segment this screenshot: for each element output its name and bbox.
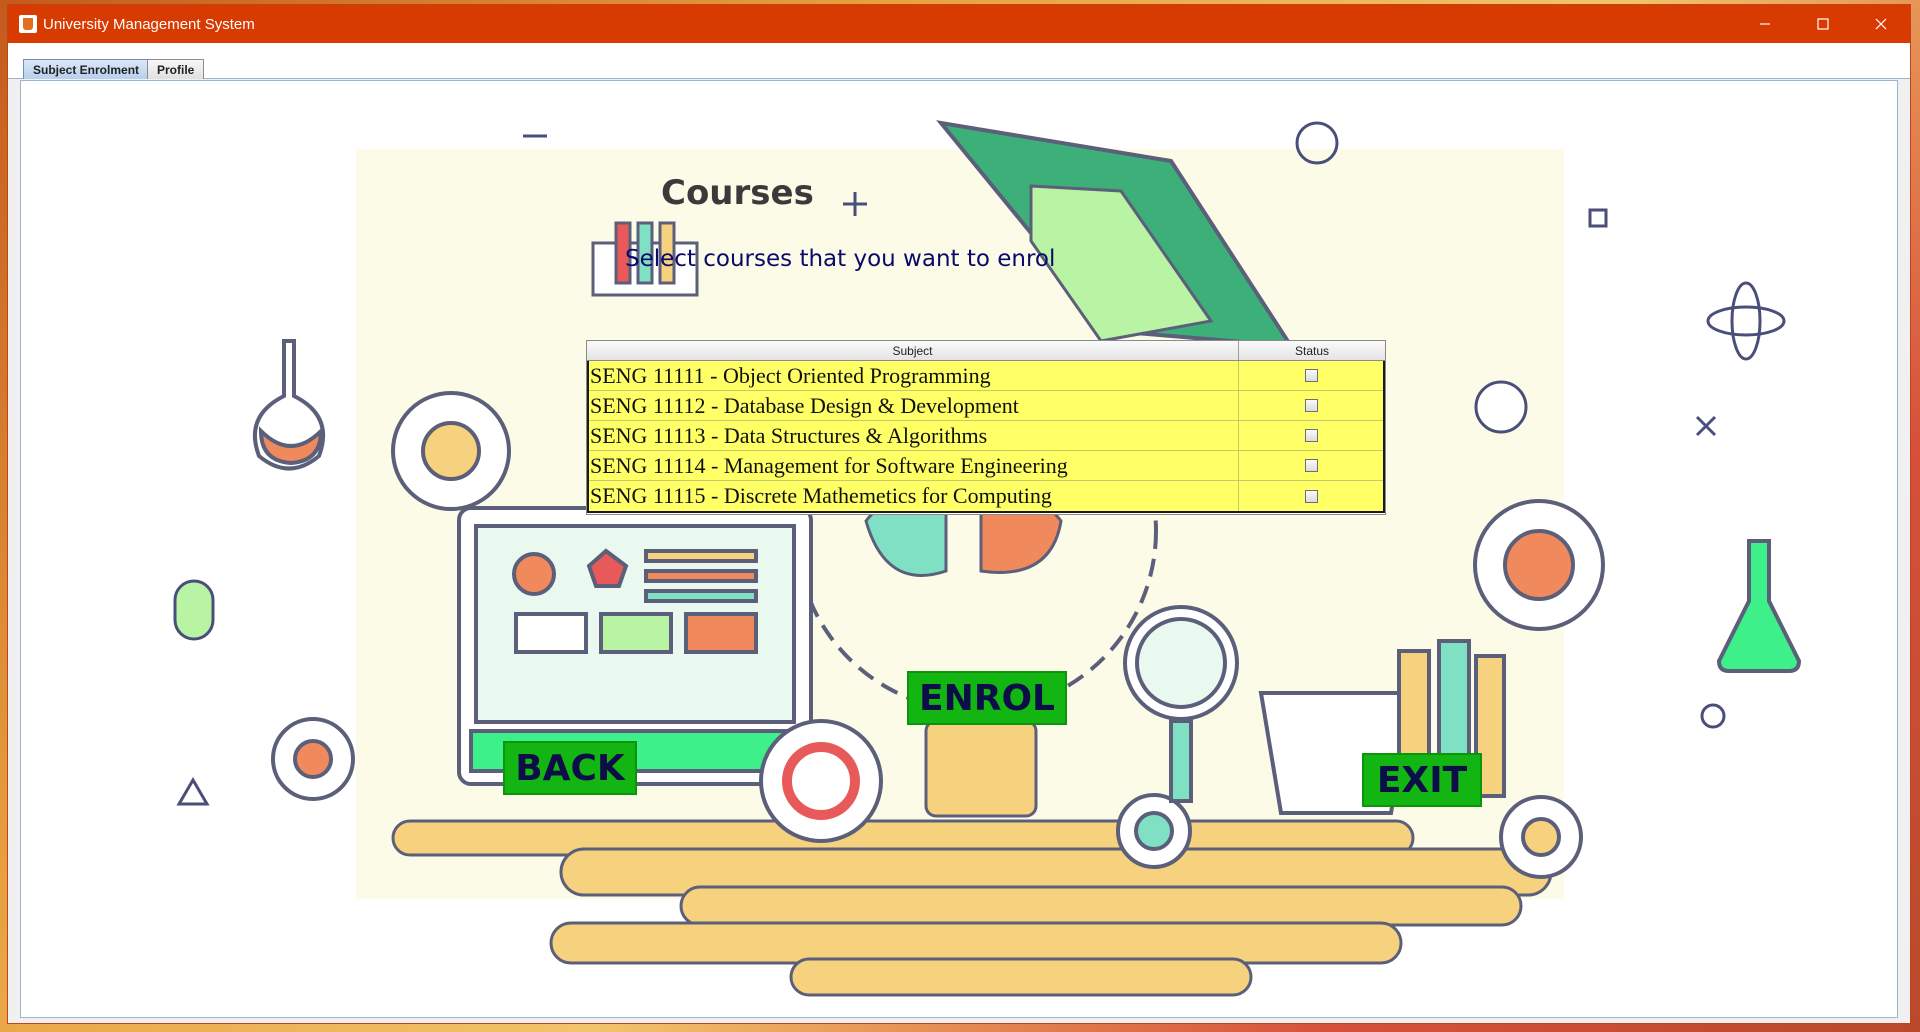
table-header: Subject Status	[587, 341, 1385, 361]
subject-cell[interactable]: SENG 11111 - Object Oriented Programming	[589, 361, 1239, 390]
tab-profile[interactable]: Profile	[147, 59, 205, 79]
course-table: Subject Status SENG 11111 - Object Orien…	[586, 340, 1386, 515]
enrol-checkbox[interactable]	[1304, 459, 1318, 472]
subject-cell[interactable]: SENG 11115 - Discrete Mathemetics for Co…	[589, 481, 1239, 511]
status-cell	[1239, 361, 1383, 390]
table-body: SENG 11111 - Object Oriented Programming…	[587, 361, 1385, 513]
subject-cell[interactable]: SENG 11113 - Data Structures & Algorithm…	[589, 421, 1239, 450]
title-bar[interactable]: University Management System	[8, 5, 1910, 43]
status-cell	[1239, 391, 1383, 420]
table-row[interactable]: SENG 11112 - Database Design & Developme…	[589, 391, 1383, 421]
enrol-checkbox[interactable]	[1304, 399, 1318, 412]
enrol-button[interactable]: ENROL	[907, 671, 1067, 725]
status-cell	[1239, 421, 1383, 450]
back-button[interactable]: BACK	[503, 741, 637, 795]
page-instruction: Select courses that you want to enrol	[625, 246, 1056, 272]
minimize-icon	[1760, 23, 1770, 25]
table-row[interactable]: SENG 11115 - Discrete Mathemetics for Co…	[589, 481, 1383, 511]
background-illustration	[173, 120, 1802, 997]
subject-cell[interactable]: SENG 11112 - Database Design & Developme…	[589, 391, 1239, 420]
window-controls	[1736, 5, 1910, 43]
column-header-status[interactable]: Status	[1239, 341, 1385, 360]
java-app-icon	[19, 15, 37, 33]
window-title: University Management System	[43, 15, 255, 33]
close-button[interactable]	[1852, 5, 1910, 43]
column-header-subject[interactable]: Subject	[587, 341, 1239, 360]
tab-subject-enrolment[interactable]: Subject Enrolment	[23, 59, 150, 79]
minimize-button[interactable]	[1736, 5, 1794, 43]
enrol-checkbox[interactable]	[1304, 489, 1318, 503]
maximize-icon	[1817, 18, 1829, 30]
close-icon	[1875, 18, 1887, 30]
enrol-checkbox[interactable]	[1304, 369, 1318, 382]
exit-button[interactable]: EXIT	[1362, 753, 1482, 807]
enrol-checkbox[interactable]	[1304, 429, 1318, 442]
subject-cell[interactable]: SENG 11114 - Management for Software Eng…	[589, 451, 1239, 480]
app-window: University Management System Subject Enr…	[7, 4, 1911, 1024]
table-row[interactable]: SENG 11113 - Data Structures & Algorithm…	[589, 421, 1383, 451]
status-cell	[1239, 481, 1383, 511]
enrolment-panel: Courses Select courses that you want to …	[20, 80, 1898, 1018]
status-cell	[1239, 451, 1383, 480]
table-row[interactable]: SENG 11114 - Management for Software Eng…	[589, 451, 1383, 481]
table-row[interactable]: SENG 11111 - Object Oriented Programming	[589, 361, 1383, 391]
tab-bar: Subject Enrolment Profile	[8, 43, 1910, 79]
page-title: Courses	[661, 173, 814, 213]
maximize-button[interactable]	[1794, 5, 1852, 43]
